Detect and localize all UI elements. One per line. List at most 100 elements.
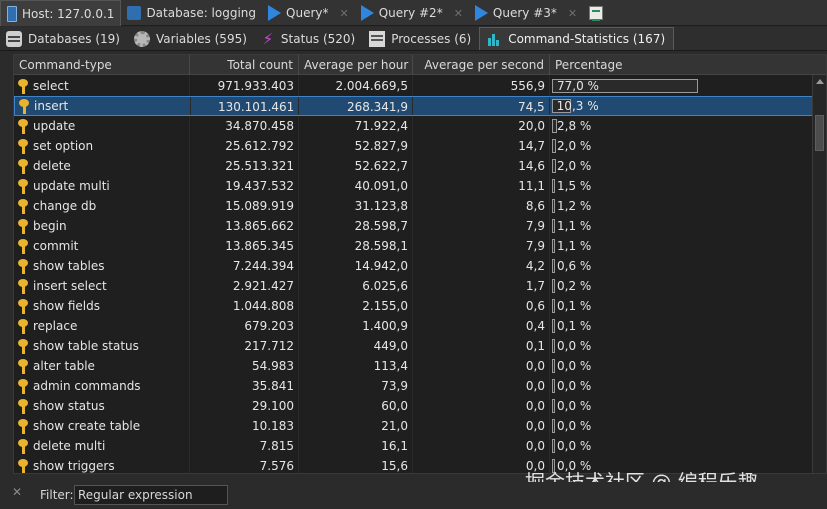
new-query-tab-button[interactable] bbox=[583, 0, 609, 26]
cell-total-count: 217.712 bbox=[190, 336, 299, 356]
table-row[interactable]: show fields 1.044.808 2.155,0 0,6 0,1 % bbox=[14, 296, 814, 316]
top-tab-3[interactable]: Query #2* ✕ bbox=[355, 0, 469, 26]
sub-tab-label: Variables (595) bbox=[155, 31, 247, 46]
cell-command-type: show triggers bbox=[14, 456, 190, 473]
cell-avg-per-hour: 52.827,9 bbox=[299, 136, 413, 156]
command-type-text: change db bbox=[33, 199, 97, 213]
table-row[interactable]: show status 29.100 60,0 0,0 0,0 % bbox=[14, 396, 814, 416]
table-row[interactable]: set option 25.612.792 52.827,9 14,7 2,0 % bbox=[14, 136, 814, 156]
databases-icon bbox=[6, 30, 22, 47]
table-row[interactable]: change db 15.089.919 31.123,8 8,6 1,2 % bbox=[14, 196, 814, 216]
key-icon bbox=[18, 258, 28, 274]
command-type-text: show triggers bbox=[33, 459, 115, 473]
top-tab-label: Query* bbox=[286, 6, 329, 20]
close-tab-icon[interactable]: ✕ bbox=[454, 7, 463, 20]
cell-percentage: 1,1 % bbox=[550, 216, 814, 236]
cell-percentage: 2,0 % bbox=[550, 136, 814, 156]
sub-tab-label: Command-Statistics (167) bbox=[508, 32, 666, 46]
command-type-text: commit bbox=[33, 239, 79, 253]
vertical-scrollbar[interactable] bbox=[812, 75, 826, 473]
play-icon bbox=[474, 5, 488, 21]
table-row[interactable]: update multi 19.437.532 40.091,0 11,1 1,5 % bbox=[14, 176, 814, 196]
cell-avg-per-hour: 73,9 bbox=[299, 376, 413, 396]
cell-avg-per-hour: 28.598,7 bbox=[299, 216, 413, 236]
top-tab-4[interactable]: Query #3* ✕ bbox=[469, 0, 583, 26]
cell-command-type: insert bbox=[15, 97, 191, 115]
cell-total-count: 35.841 bbox=[190, 376, 299, 396]
percentage-text: 2,0 % bbox=[557, 159, 592, 173]
key-icon bbox=[18, 218, 28, 234]
table-row[interactable]: show table status 217.712 449,0 0,1 0,0 % bbox=[14, 336, 814, 356]
top-tab-2[interactable]: Query* ✕ bbox=[262, 0, 355, 26]
table-row[interactable]: update 34.870.458 71.922,4 20,0 2,8 % bbox=[14, 116, 814, 136]
column-header-avg-per-hour[interactable]: Average per hour bbox=[299, 55, 413, 75]
filter-input[interactable] bbox=[74, 485, 228, 505]
column-header-percentage[interactable]: Percentage bbox=[550, 55, 814, 75]
cell-avg-per-second: 14,7 bbox=[413, 136, 550, 156]
percentage-text: 1,1 % bbox=[557, 219, 592, 233]
command-type-text: insert select bbox=[33, 279, 107, 293]
cell-percentage: 0,0 % bbox=[550, 416, 814, 436]
cell-total-count: 1.044.808 bbox=[190, 296, 299, 316]
play-icon bbox=[268, 5, 282, 21]
cell-command-type: update multi bbox=[14, 176, 190, 196]
column-header-avg-per-second[interactable]: Average per second bbox=[413, 55, 550, 75]
cell-command-type: show tables bbox=[14, 256, 190, 276]
table-row[interactable]: begin 13.865.662 28.598,7 7,9 1,1 % bbox=[14, 216, 814, 236]
top-tab-0[interactable]: Host: 127.0.0.1 bbox=[0, 0, 122, 26]
sub-tab-3[interactable]: Processes (6) bbox=[363, 27, 479, 50]
cell-percentage: 1,1 % bbox=[550, 236, 814, 256]
table-row[interactable]: show tables 7.244.394 14.942,0 4,2 0,6 % bbox=[14, 256, 814, 276]
key-icon bbox=[18, 298, 28, 314]
table-row[interactable]: admin commands 35.841 73,9 0,0 0,0 % bbox=[14, 376, 814, 396]
key-icon bbox=[18, 198, 28, 214]
key-icon bbox=[18, 178, 28, 194]
table-row[interactable]: commit 13.865.345 28.598,1 7,9 1,1 % bbox=[14, 236, 814, 256]
cell-total-count: 2.921.427 bbox=[190, 276, 299, 296]
column-header-command-type[interactable]: Command-type bbox=[14, 55, 190, 75]
sub-tab-label: Processes (6) bbox=[391, 31, 472, 46]
percentage-bar: 1,1 % bbox=[552, 238, 742, 254]
percentage-bar: 1,2 % bbox=[552, 198, 742, 214]
cell-avg-per-hour: 52.622,7 bbox=[299, 156, 413, 176]
scrollbar-thumb[interactable] bbox=[815, 115, 824, 151]
percentage-bar-fill bbox=[552, 399, 555, 413]
command-type-text: delete multi bbox=[33, 439, 106, 453]
table-row[interactable]: insert 130.101.461 268.341,9 74,5 10,3 % bbox=[14, 96, 814, 116]
close-tab-icon[interactable]: ✕ bbox=[340, 7, 349, 20]
top-tab-label: Query #2* bbox=[378, 6, 443, 20]
cell-avg-per-second: 74,5 bbox=[413, 97, 550, 115]
close-tab-icon[interactable]: ✕ bbox=[568, 7, 577, 20]
sub-tab-4[interactable]: Command-Statistics (167) bbox=[479, 27, 675, 50]
key-icon bbox=[18, 338, 28, 354]
percentage-bar-fill bbox=[552, 319, 555, 333]
cell-total-count: 10.183 bbox=[190, 416, 299, 436]
table-row[interactable]: delete multi 7.815 16,1 0,0 0,0 % bbox=[14, 436, 814, 456]
table-row[interactable]: delete 25.513.321 52.622,7 14,6 2,0 % bbox=[14, 156, 814, 176]
percentage-bar-fill bbox=[552, 199, 555, 213]
top-tab-1[interactable]: Database: logging bbox=[121, 0, 262, 26]
table-row[interactable]: select 971.933.403 2.004.669,5 556,9 77,0 % bbox=[14, 76, 814, 96]
key-icon bbox=[18, 378, 28, 394]
close-filter-icon[interactable]: ✕ bbox=[12, 485, 22, 499]
cell-avg-per-second: 0,0 bbox=[413, 376, 550, 396]
table-row[interactable]: alter table 54.983 113,4 0,0 0,0 % bbox=[14, 356, 814, 376]
percentage-text: 2,0 % bbox=[557, 139, 592, 153]
sub-tab-1[interactable]: Variables (595) bbox=[128, 27, 255, 50]
percentage-bar-fill bbox=[552, 299, 555, 313]
cell-total-count: 15.089.919 bbox=[190, 196, 299, 216]
header-corner bbox=[812, 55, 826, 75]
table-row[interactable]: show create table 10.183 21,0 0,0 0,0 % bbox=[14, 416, 814, 436]
scroll-up-arrow-icon[interactable] bbox=[816, 79, 824, 84]
table-row[interactable]: replace 679.203 1.400,9 0,4 0,1 % bbox=[14, 316, 814, 336]
cell-command-type: show status bbox=[14, 396, 190, 416]
percentage-bar: 2,8 % bbox=[552, 118, 742, 134]
command-type-text: delete bbox=[33, 159, 71, 173]
command-statistics-grid[interactable]: Command-type Total count Average per hou… bbox=[13, 54, 827, 474]
column-header-total-count[interactable]: Total count bbox=[190, 55, 299, 75]
sub-tab-0[interactable]: Databases (19) bbox=[0, 27, 128, 50]
cell-avg-per-hour: 6.025,6 bbox=[299, 276, 413, 296]
table-row[interactable]: insert select 2.921.427 6.025,6 1,7 0,2 % bbox=[14, 276, 814, 296]
sub-tab-2[interactable]: ⚡ Status (520) bbox=[255, 27, 363, 50]
percentage-bar: 0,6 % bbox=[552, 258, 742, 274]
